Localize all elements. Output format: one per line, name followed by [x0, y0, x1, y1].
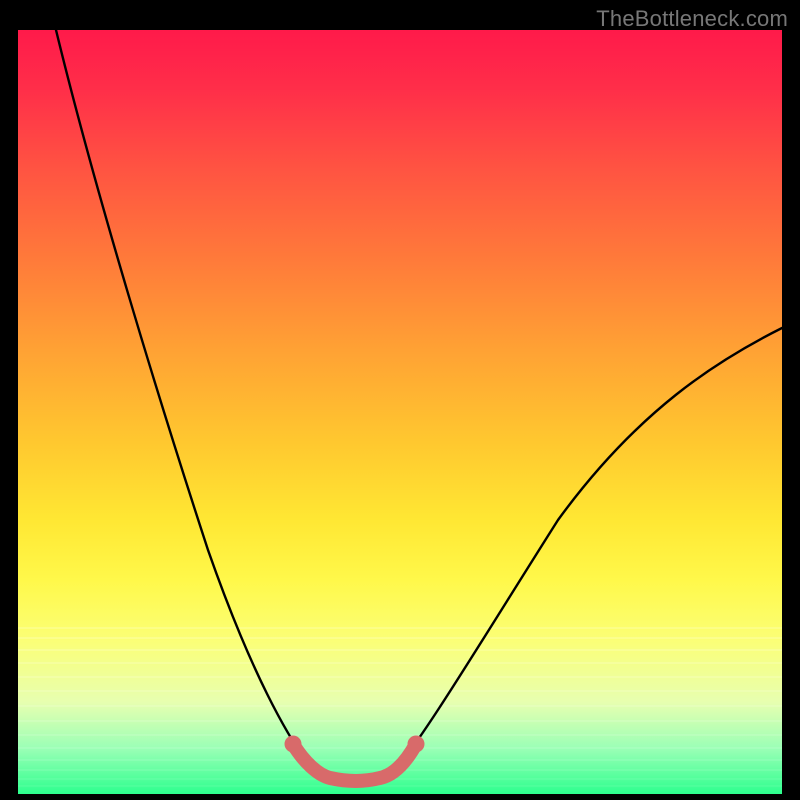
- curve-right-branch: [392, 328, 782, 774]
- curve-left-branch: [56, 30, 316, 774]
- watermark-text: TheBottleneck.com: [596, 6, 788, 32]
- overlay-salmon-segment: [293, 744, 416, 781]
- overlay-endpoint-right: [408, 736, 425, 753]
- curve-layer: [18, 30, 782, 794]
- overlay-endpoint-left: [285, 736, 302, 753]
- chart-frame: TheBottleneck.com: [0, 0, 800, 800]
- plot-area: [18, 30, 782, 794]
